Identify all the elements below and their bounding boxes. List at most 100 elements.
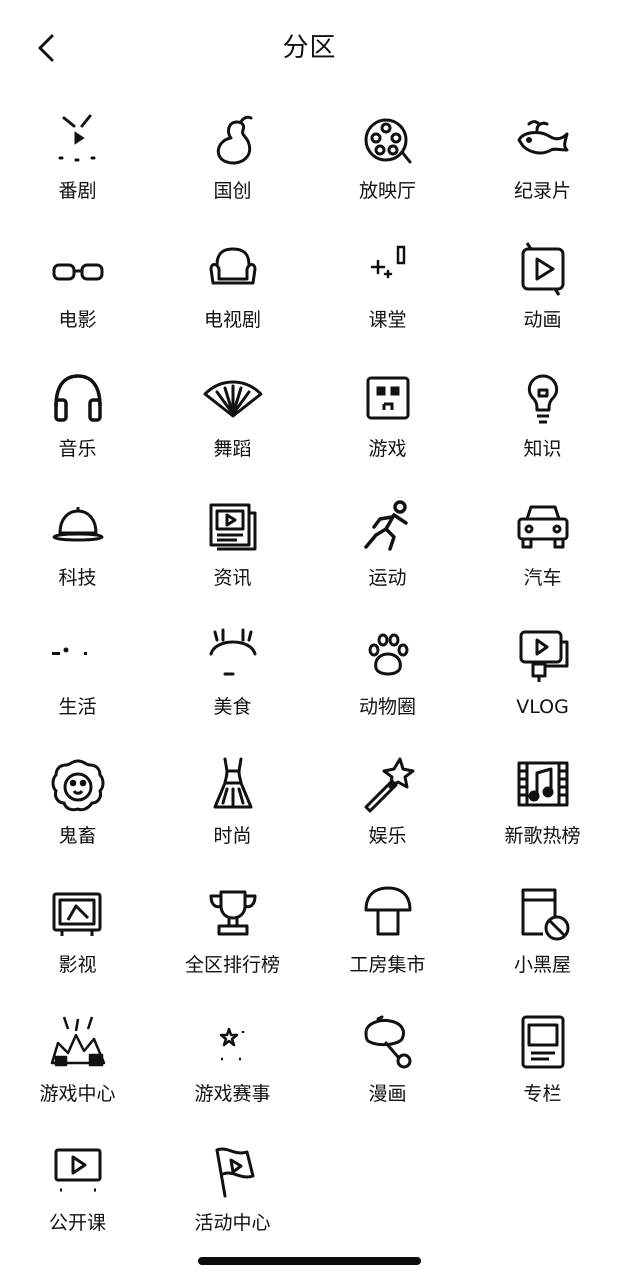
category-fashion[interactable]: 时尚: [155, 745, 310, 874]
category-classroom[interactable]: 课堂: [310, 229, 465, 358]
category-label: 动物圈: [358, 696, 416, 718]
banned-icon: [511, 882, 575, 946]
flag-icon: [201, 1140, 265, 1204]
star-icon: [201, 1011, 265, 1075]
film-reel-icon: [356, 108, 420, 172]
category-label: 游戏赛事: [194, 1083, 271, 1105]
category-label: 娱乐: [368, 825, 407, 847]
category-label: 电影: [58, 309, 97, 331]
sparkle-pencil-icon: [356, 237, 420, 301]
category-label: 科技: [58, 567, 97, 589]
category-label: 工房集市: [349, 954, 426, 976]
game-face-icon: [356, 366, 420, 430]
category-game-center[interactable]: 游戏中心: [0, 1003, 155, 1132]
category-label: 动画: [523, 309, 562, 331]
category-movie[interactable]: 电影: [0, 229, 155, 358]
category-animation[interactable]: 动画: [465, 229, 619, 358]
category-event-center[interactable]: 活动中心: [155, 1132, 310, 1261]
bell-dome-icon: [46, 495, 110, 559]
category-food[interactable]: 美食: [155, 616, 310, 745]
category-music[interactable]: 音乐: [0, 358, 155, 487]
category-label: 音乐: [58, 438, 97, 460]
category-animals[interactable]: 动物圈: [310, 616, 465, 745]
category-label: 专栏: [523, 1083, 562, 1105]
category-label: 影视: [58, 954, 97, 976]
category-label: 鬼畜: [58, 825, 97, 847]
category-label: 公开课: [48, 1212, 106, 1234]
category-label: 游戏中心: [39, 1083, 116, 1105]
category-label: 生活: [58, 696, 97, 718]
game-center-icon: [46, 1011, 110, 1075]
glasses-icon: [46, 237, 110, 301]
bangumi-icon: [46, 108, 110, 172]
category-comics[interactable]: 漫画: [310, 1003, 465, 1132]
lightbulb-icon: [511, 366, 575, 430]
news-icon: [201, 495, 265, 559]
category-entertainment[interactable]: 娱乐: [310, 745, 465, 874]
category-kichiku[interactable]: 鬼畜: [0, 745, 155, 874]
category-label: 活动中心: [194, 1212, 271, 1234]
category-label: 电视剧: [203, 309, 261, 331]
trophy-icon: [201, 882, 265, 946]
comic-icon: [356, 1011, 420, 1075]
category-tech[interactable]: 科技: [0, 487, 155, 616]
category-label: 汽车: [523, 567, 562, 589]
food-icon: [201, 624, 265, 688]
category-label: 舞蹈: [213, 438, 252, 460]
category-vlog[interactable]: VLOG: [465, 616, 619, 745]
category-grid: 番剧 国创 放映厅 纪录片 电影 电视剧 课堂 动画 音乐 舞蹈 游戏 知识 科…: [0, 100, 619, 1261]
category-workshop-market[interactable]: 工房集市: [310, 874, 465, 1003]
category-knowledge[interactable]: 知识: [465, 358, 619, 487]
car-icon: [511, 495, 575, 559]
music-film-icon: [511, 753, 575, 817]
category-label: 放映厅: [358, 180, 416, 202]
category-blackroom[interactable]: 小黑屋: [465, 874, 619, 1003]
dress-icon: [201, 753, 265, 817]
life-icon: [46, 624, 110, 688]
play-screen-icon: [46, 1140, 110, 1204]
mushroom-icon: [356, 882, 420, 946]
category-label: 纪录片: [513, 180, 571, 202]
category-hot-songs[interactable]: 新歌热榜: [465, 745, 619, 874]
paw-icon: [356, 624, 420, 688]
category-label: 课堂: [368, 309, 407, 331]
vlog-camera-icon: [511, 624, 575, 688]
category-bangumi[interactable]: 番剧: [0, 100, 155, 229]
category-news[interactable]: 资讯: [155, 487, 310, 616]
category-label: 运动: [368, 567, 407, 589]
page-title: 分区: [282, 33, 337, 63]
category-film-tv[interactable]: 影视: [0, 874, 155, 1003]
category-sports[interactable]: 运动: [310, 487, 465, 616]
category-tv-series[interactable]: 电视剧: [155, 229, 310, 358]
category-label: 小黑屋: [513, 954, 571, 976]
runner-icon: [356, 495, 420, 559]
category-guochuang[interactable]: 国创: [155, 100, 310, 229]
category-cars[interactable]: 汽车: [465, 487, 619, 616]
magic-wand-icon: [356, 753, 420, 817]
category-rankings[interactable]: 全区排行榜: [155, 874, 310, 1003]
category-label: 漫画: [368, 1083, 407, 1105]
category-label: 番剧: [58, 180, 97, 202]
category-articles[interactable]: 专栏: [465, 1003, 619, 1132]
category-games[interactable]: 游戏: [310, 358, 465, 487]
category-open-course[interactable]: 公开课: [0, 1132, 155, 1261]
category-documentary[interactable]: 纪录片: [465, 100, 619, 229]
category-dance[interactable]: 舞蹈: [155, 358, 310, 487]
sofa-icon: [201, 237, 265, 301]
category-screening-hall[interactable]: 放映厅: [310, 100, 465, 229]
category-life[interactable]: 生活: [0, 616, 155, 745]
category-label: 新歌热榜: [504, 825, 581, 847]
category-label: 游戏: [368, 438, 407, 460]
category-label: VLOG: [516, 696, 569, 718]
gourd-icon: [201, 108, 265, 172]
headphones-icon: [46, 366, 110, 430]
fan-icon: [201, 366, 265, 430]
category-label: 国创: [213, 180, 252, 202]
animation-icon: [511, 237, 575, 301]
lion-face-icon: [46, 753, 110, 817]
home-indicator[interactable]: [198, 1257, 421, 1265]
tv-frame-icon: [46, 882, 110, 946]
category-game-events[interactable]: 游戏赛事: [155, 1003, 310, 1132]
article-icon: [511, 1011, 575, 1075]
category-label: 资讯: [213, 567, 252, 589]
